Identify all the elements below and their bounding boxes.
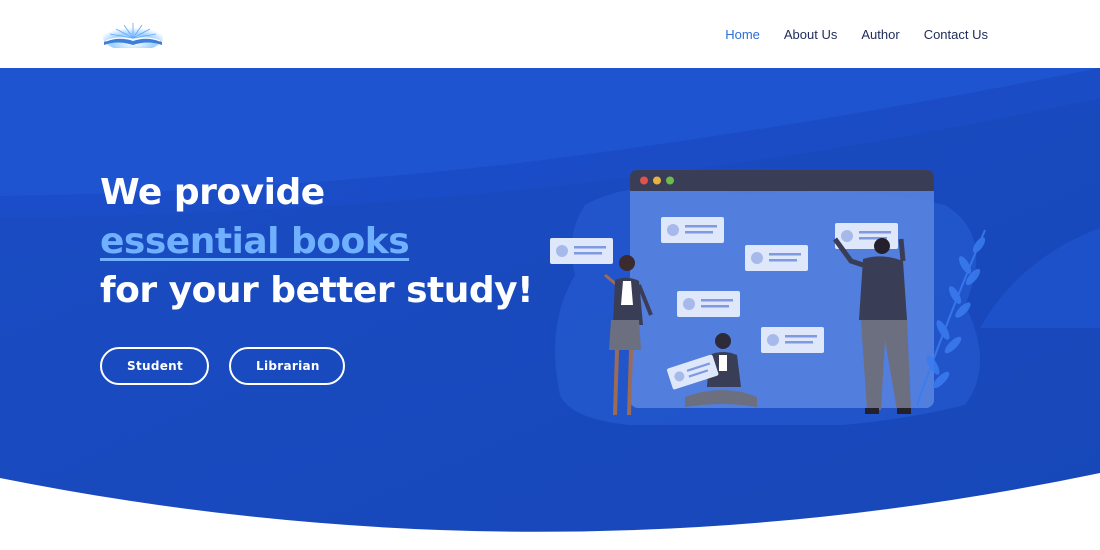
top-navigation-bar: Home About Us Author Contact Us xyxy=(0,0,1100,68)
student-button[interactable]: Student xyxy=(100,347,209,385)
headline-line-3: for your better study! xyxy=(100,270,534,311)
hero-headline: We provide essential books for your bett… xyxy=(100,168,534,315)
minimize-dot-icon xyxy=(653,176,661,185)
librarian-button[interactable]: Librarian xyxy=(229,347,345,385)
nav-contact-us-link[interactable]: Contact Us xyxy=(924,27,988,42)
profile-card xyxy=(761,327,824,353)
nav-about-us-link[interactable]: About Us xyxy=(784,27,837,42)
headline-highlight-link[interactable]: essential books xyxy=(100,217,533,266)
open-book-logo-icon[interactable] xyxy=(100,20,166,48)
profile-card xyxy=(550,238,613,264)
profile-card xyxy=(745,245,808,271)
profile-card xyxy=(677,291,740,317)
hero-section: We provide essential books for your bett… xyxy=(0,68,1100,550)
headline-line-1: We provide xyxy=(100,172,325,213)
nav-author-link[interactable]: Author xyxy=(861,27,899,42)
people-cards-illustration xyxy=(550,170,986,425)
hero-button-group: Student Librarian xyxy=(100,347,345,385)
close-dot-icon xyxy=(640,176,648,185)
maximize-dot-icon xyxy=(666,176,674,185)
nav-home-link[interactable]: Home xyxy=(725,27,760,42)
profile-card xyxy=(661,217,724,243)
page: Home About Us Author Contact Us We provi… xyxy=(0,0,1100,550)
main-nav: Home About Us Author Contact Us xyxy=(725,0,988,68)
